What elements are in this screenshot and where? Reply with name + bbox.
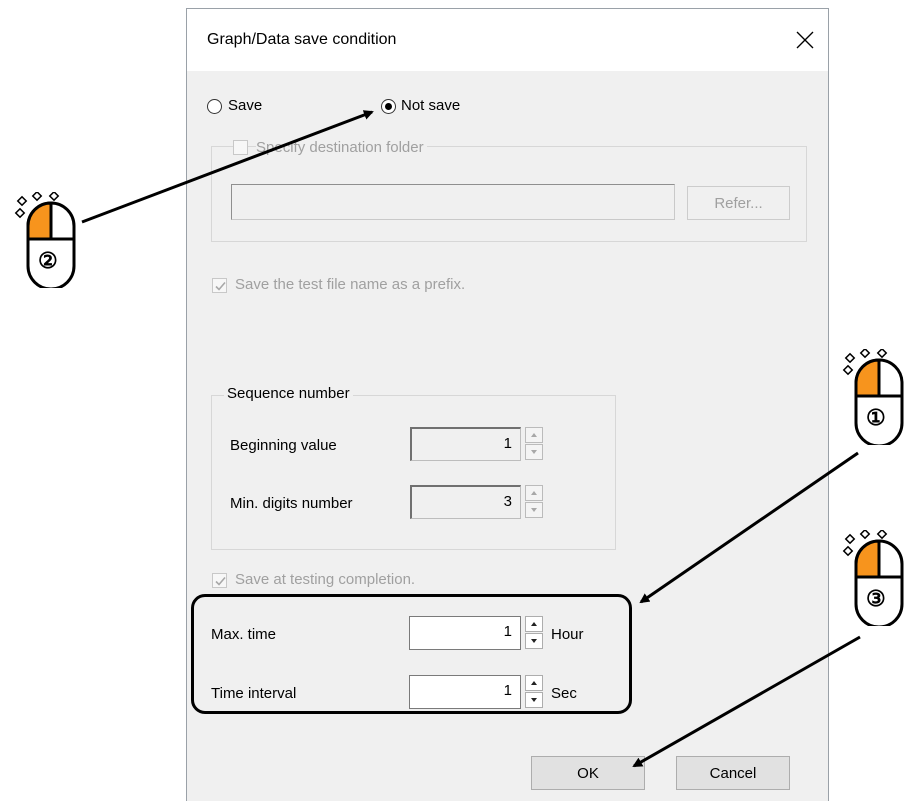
- step-2-number: ②: [38, 248, 58, 273]
- mouse-step-2: ②: [8, 190, 88, 292]
- mouse-step-3: ③: [836, 528, 916, 630]
- arrow-to-ok: [632, 635, 861, 768]
- annotation-arrows: [81, 110, 861, 768]
- arrow-to-timing: [639, 451, 859, 604]
- step-3-number: ③: [866, 586, 886, 611]
- arrow-to-not-save: [81, 110, 374, 224]
- mouse-step-1: ①: [836, 347, 916, 449]
- step-1-number: ①: [866, 405, 886, 430]
